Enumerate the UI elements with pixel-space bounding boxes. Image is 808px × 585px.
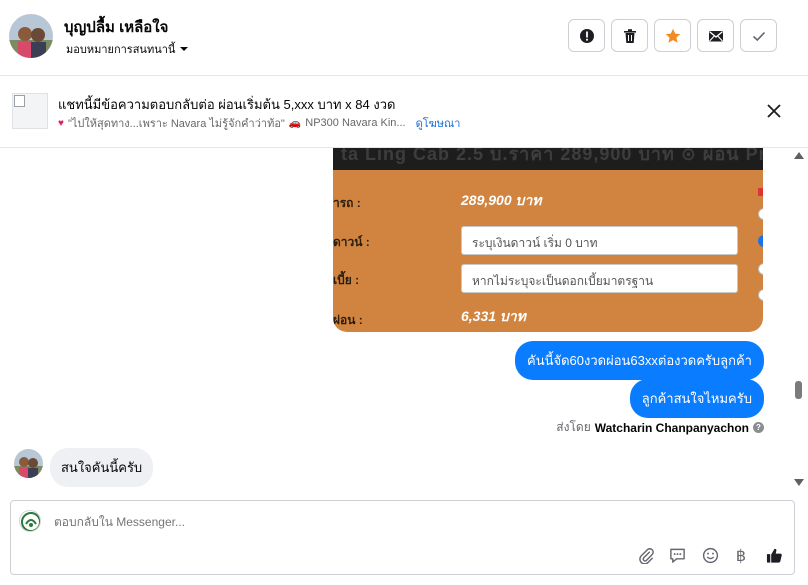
image-down-payment-field: ระบุเงินดาวน์ เริ่ม 0 บาท	[461, 226, 738, 255]
outgoing-message[interactable]: คันนี้จัด60งวดผ่อน63xxต่องวดครับลูกค้า	[515, 341, 764, 380]
scroll-up-arrow-icon[interactable]	[794, 152, 804, 159]
conversation-header: บุญปลื้ม เหลือใจ มอบหมายการสนทนานี้	[0, 0, 808, 76]
reply-input[interactable]	[54, 515, 654, 529]
image-row-value: 289,900 บาท	[461, 192, 542, 208]
sent-by-line: ส่งโดย Watcharin Chanpanyachon ?	[556, 418, 764, 437]
image-interest-field: หากไม่ระบุจะเป็นดอกเบี้ยมาตรฐาน	[461, 264, 738, 293]
message-thread: ta Ling Cab 2.5 บ.ราคา 289,900 บาท ⊙ ผ่อ…	[0, 148, 808, 494]
alert-circle-icon	[579, 28, 594, 43]
contact-avatar-small[interactable]	[14, 449, 43, 478]
image-row-label: ผ่อน :	[333, 313, 363, 327]
sent-by-label: ส่งโดย	[556, 420, 591, 434]
page-avatar	[19, 510, 41, 532]
speech-bubble-icon	[669, 548, 685, 563]
contact-name: บุญปลื้ม เหลือใจ	[64, 19, 169, 36]
assign-label: มอบหมายการสนทนานี้	[66, 44, 176, 56]
like-button[interactable]	[764, 545, 784, 565]
paperclip-icon	[638, 547, 654, 564]
mark-unread-button[interactable]	[697, 19, 734, 52]
heart-icon: ♥	[58, 117, 64, 129]
thread-scrollbar[interactable]	[792, 148, 804, 494]
reply-composer: ฿	[10, 500, 795, 575]
mark-done-button[interactable]	[740, 19, 777, 52]
payment-button[interactable]: ฿	[731, 545, 751, 565]
view-ad-link[interactable]: ดูโฆษณา	[416, 114, 461, 132]
delete-button[interactable]	[611, 19, 648, 52]
scroll-down-arrow-icon[interactable]	[794, 479, 804, 486]
car-icon: 🚗	[288, 117, 302, 129]
image-row-value: 6,331 บาท	[461, 308, 526, 324]
checkmark-icon	[752, 31, 765, 41]
ad-thumbnail[interactable]	[12, 93, 48, 129]
sent-by-name: Watcharin Chanpanyachon	[594, 420, 749, 435]
outgoing-message[interactable]: ลูกค้าสนใจไหมครับ	[629, 379, 764, 418]
thumbs-up-icon	[766, 548, 782, 563]
emoji-button[interactable]	[700, 545, 720, 565]
saved-replies-button[interactable]	[667, 545, 687, 565]
image-row-label: เบี้ย :	[333, 273, 360, 287]
broken-image-icon	[14, 95, 25, 107]
question-mark-icon[interactable]: ?	[753, 422, 764, 433]
baht-icon: ฿	[735, 545, 747, 565]
incoming-message[interactable]: สนใจคันนี้ครับ	[50, 448, 154, 487]
attach-button[interactable]	[636, 545, 656, 565]
ad-title: แชทนี้มีข้อความตอบกลับต่อ ผ่อนเริ่มต้น 5…	[58, 97, 396, 112]
image-row-label: ารถ :	[333, 196, 361, 210]
trash-icon	[623, 28, 636, 43]
star-button[interactable]	[654, 19, 691, 52]
ad-subtitle: ♥ "ไปให้สุดทาง...เพราะ Navara ไม่รู้จักค…	[58, 114, 460, 132]
mark-spam-button[interactable]	[568, 19, 605, 52]
star-icon	[665, 28, 680, 43]
scrollbar-thumb[interactable]	[795, 381, 802, 399]
close-icon[interactable]	[766, 103, 782, 119]
smiley-icon	[702, 547, 718, 563]
caret-down-icon	[180, 47, 189, 51]
ad-subtitle-left: "ไปให้สุดทาง...เพราะ Navara ไม่รู้จักคำว…	[67, 118, 285, 130]
contact-avatar[interactable]	[9, 14, 53, 58]
ad-subtitle-right: NP300 Navara Kin...	[305, 117, 406, 129]
ad-context-banner: แชทนี้มีข้อความตอบกลับต่อ ผ่อนเริ่มต้น 5…	[0, 76, 808, 148]
image-row-label: ดาวน์ :	[333, 235, 370, 249]
envelope-icon	[708, 30, 723, 41]
loan-calculator-image[interactable]: ta Ling Cab 2.5 บ.ราคา 289,900 บาท ⊙ ผ่อ…	[333, 148, 763, 332]
assign-conversation-dropdown[interactable]: มอบหมายการสนทนานี้	[66, 40, 189, 58]
